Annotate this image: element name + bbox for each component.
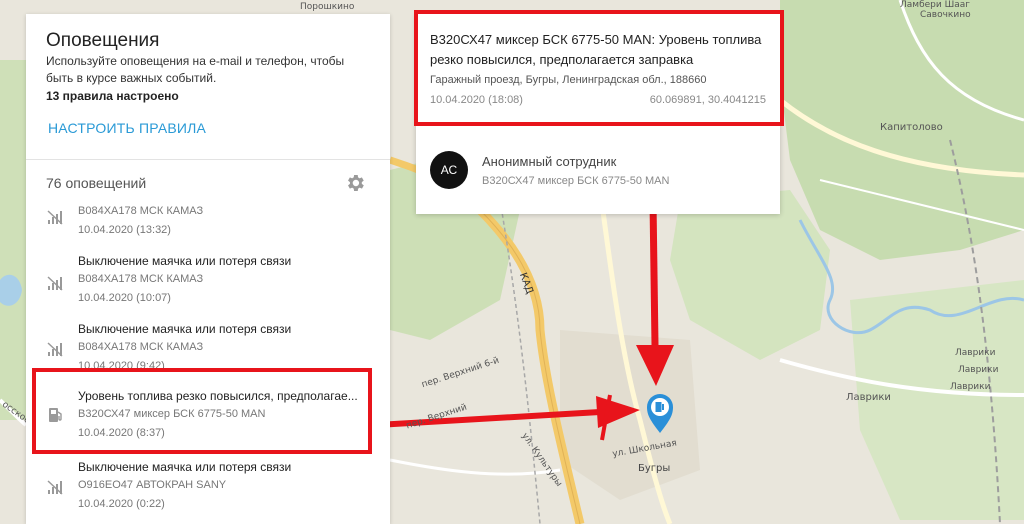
notification-title: Выключение маячка или потеря связи — [78, 322, 292, 336]
employee-name[interactable]: Анонимный сотрудник — [482, 154, 616, 169]
notification-title: Выключение маячка или потеря связи — [78, 254, 292, 268]
list-item[interactable]: В084ХА178 МСК КАМАЗ 10.04.2020 (13:32) — [26, 200, 390, 248]
panel-title: Оповещения — [46, 30, 160, 51]
map-label: Лаврики — [846, 392, 891, 403]
highlight-box — [414, 10, 784, 126]
list-item[interactable]: Выключение маячка или потеря связи О916Е… — [26, 456, 390, 520]
rules-count: 13 правила настроено — [46, 89, 179, 103]
notification-title: Выключение маячка или потеря связи — [78, 460, 292, 474]
divider — [26, 159, 390, 160]
notification-vehicle: В084ХА178 МСК КАМАЗ — [78, 205, 204, 217]
map-label: Порошкино — [300, 2, 355, 12]
map-label: Бугры — [638, 463, 671, 474]
configure-rules-link[interactable]: НАСТРОИТЬ ПРАВИЛА — [48, 120, 206, 136]
signal-lost-icon — [47, 342, 63, 357]
panel-description: Используйте оповещения на e-mail и телеф… — [46, 54, 345, 85]
list-item[interactable]: Выключение маячка или потеря связи В084Х… — [26, 252, 390, 316]
signal-lost-icon — [47, 276, 63, 291]
notification-time: 10.04.2020 (10:07) — [78, 292, 171, 304]
map-label: Лаврики — [950, 382, 991, 392]
map-label: Ламбери Шааг — [900, 0, 970, 10]
notifications-count: 76 оповещений — [46, 175, 147, 191]
avatar: АС — [430, 151, 468, 189]
gear-icon[interactable] — [344, 172, 366, 194]
notification-time: 10.04.2020 (0:22) — [78, 498, 165, 510]
map-label: Капитолово — [880, 122, 943, 133]
map-label: Савочкино — [920, 10, 971, 20]
signal-lost-icon — [47, 210, 63, 225]
notification-time: 10.04.2020 (13:32) — [78, 224, 171, 236]
highlight-box — [32, 368, 372, 454]
forest-area — [0, 60, 26, 420]
signal-lost-icon — [47, 480, 63, 495]
notification-vehicle: В084ХА178 МСК КАМАЗ — [78, 341, 204, 353]
map-label: Лаврики — [958, 365, 999, 375]
notification-vehicle: В084ХА178 МСК КАМАЗ — [78, 273, 204, 285]
map-label: Лаврики — [955, 348, 996, 358]
notification-vehicle: О916ЕО47 АВТОКРАН SANY — [78, 479, 227, 491]
employee-vehicle: В320СХ47 миксер БСК 6775-50 MAN — [482, 175, 670, 187]
